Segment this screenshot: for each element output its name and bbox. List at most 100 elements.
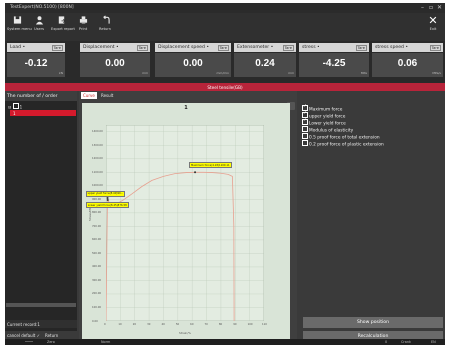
meter-stress-header[interactable]: stress • Tare <box>299 43 369 52</box>
meter-stress: stress • Tare -4.25 MPa <box>299 43 369 79</box>
current-record: Current record:1 <box>5 320 77 328</box>
y-tick-label: 600.00 <box>92 238 102 242</box>
print-icon <box>79 16 87 24</box>
meter-displacement-speed-header[interactable]: Displacement speed • Tare <box>155 43 231 52</box>
checkbox[interactable] <box>302 126 308 132</box>
x-tick-label: 80 <box>218 323 223 326</box>
meter-displacement-speed: Displacement speed • Tare 0.00 mm/min <box>155 43 231 79</box>
x-tick-label: 20 <box>132 323 137 326</box>
sample-list-header: The number of / order <box>5 91 77 101</box>
y-tick-label: 400.00 <box>92 265 102 269</box>
meter-value-box: -0.12 kN <box>7 53 65 77</box>
horizontal-scrollbar[interactable] <box>6 303 76 307</box>
result-options-panel: ✓ Maximum force ✓ upper yield force ✓ Lower… <box>299 91 445 345</box>
chart-title: 1 <box>184 105 188 111</box>
plot-area <box>106 125 264 321</box>
checkbox[interactable] <box>302 133 308 139</box>
tare-button[interactable]: Tare <box>282 45 294 51</box>
meter-load-header[interactable]: Load • Tare <box>7 43 65 52</box>
print-button[interactable]: Print <box>73 15 93 31</box>
x-tick-label: 100 <box>247 323 253 326</box>
curve-panel: Curve Result 1 0 10 20 30 40 50 60 70 80 90 100 110… <box>79 91 297 345</box>
close-icon: ✕ <box>428 14 438 27</box>
y-tick-label: 300.00 <box>92 278 102 282</box>
return-link[interactable]: Return <box>45 333 58 338</box>
exit-button[interactable]: ✕ Exit <box>425 15 441 31</box>
application-window: TestExpert(NO.5100) [800N] – ▫ ✕ System … <box>5 3 445 345</box>
y-tick-label: 0.00 <box>92 319 98 323</box>
plot-background <box>106 125 264 321</box>
export-icon <box>58 16 66 24</box>
meter-displacement: Displacement • Tare 0.00 mm <box>80 43 150 79</box>
export-report-button[interactable]: Export report <box>51 15 75 31</box>
meter-value-box: 0.00 mm/min <box>155 53 231 77</box>
y-tick-label: 1000.00 <box>92 184 103 188</box>
stress-strain-chart: 1 0 10 20 30 40 50 60 70 80 90 100 110 0.00 100.00 200… <box>82 103 290 339</box>
measurement-panel: Load • Tare -0.12 kN Displacement • Tare 0.… <box>5 41 445 83</box>
x-tick-label: 60 <box>190 323 194 326</box>
maximize-button[interactable]: ▫ <box>429 4 433 11</box>
meter-stress-speed: stress speed • Tare 0.06 MPa/s <box>372 43 443 79</box>
meter-value-box: -4.25 MPa <box>299 53 369 77</box>
marker-point <box>106 196 109 199</box>
y-tick-label: 1300.00 <box>92 143 103 147</box>
meter-load: Load • Tare -0.12 kN <box>7 43 65 79</box>
window-title: TestExpert(NO.5100) [800N] <box>10 5 74 10</box>
group-checkbox[interactable] <box>12 103 19 109</box>
meter-extensometer-header[interactable]: Extensometer • Tare <box>234 43 296 52</box>
x-tick-label: 50 <box>175 323 180 326</box>
tare-button[interactable]: Tare <box>136 45 148 51</box>
tab-curve[interactable]: Curve <box>81 92 97 99</box>
y-tick-label: 900.00 <box>92 197 102 201</box>
x-tick-label: 40 <box>161 323 165 326</box>
close-button[interactable]: ✕ <box>437 4 442 11</box>
show-position-button[interactable]: Show position <box>303 317 443 328</box>
meter-extensometer: Extensometer • Tare 0.24 mm <box>234 43 296 79</box>
user-icon <box>35 16 43 25</box>
tare-button[interactable]: Tare <box>217 45 229 51</box>
return-button[interactable]: Return <box>95 15 115 31</box>
y-axis-label: Stress/MPa <box>88 205 92 221</box>
y-tick-label: 700.00 <box>92 224 102 228</box>
x-tick-label: 110 <box>262 323 267 326</box>
tare-button[interactable]: Tare <box>355 45 367 51</box>
checkbox[interactable] <box>302 140 308 146</box>
sample-item-selected[interactable]: 1 <box>10 110 76 116</box>
title-bar: TestExpert(NO.5100) [800N] – ▫ ✕ <box>5 3 445 13</box>
meter-stress-speed-header[interactable]: stress speed • Tare <box>372 43 443 52</box>
minimize-button[interactable]: – <box>421 4 424 11</box>
y-tick-label: 1100.00 <box>92 170 103 174</box>
cancel-default-button[interactable]: cancel default ✓ <box>7 333 40 338</box>
users-button[interactable]: Users <box>29 15 49 31</box>
annotation-label: Lower yield force(8.45)876.58 <box>85 202 129 209</box>
y-tick-label: 800.00 <box>92 211 102 215</box>
y-tick-label: 100.00 <box>92 305 102 309</box>
return-icon <box>102 15 110 24</box>
test-method-banner: Steel tensile(GB) <box>5 83 445 91</box>
tare-button[interactable]: Tare <box>51 45 63 51</box>
y-tick-label: 1200.00 <box>92 157 103 161</box>
x-axis-label: Strain/% <box>179 331 191 335</box>
x-tick-label: 0 <box>104 323 106 326</box>
y-tick-label: 1400.00 <box>92 130 103 134</box>
y-tick-label: 500.00 <box>92 251 102 255</box>
tab-result[interactable]: Result <box>99 92 115 99</box>
sample-list-panel: The number of / order ⊟ 1 1 Current reco… <box>5 91 77 345</box>
option-plastic-extension-proof[interactable]: 0.2 proof force of plastic extension <box>302 140 384 147</box>
sample-group[interactable]: ⊟ 1 <box>8 103 22 109</box>
meter-displacement-header[interactable]: Displacement • Tare <box>80 43 150 52</box>
tare-button[interactable]: Tare <box>429 45 441 51</box>
marker-point <box>194 171 197 174</box>
toolbar: System menu Users Export report Print Re… <box>5 13 445 41</box>
status-bar: •••• Zero Norm 0 Crank EN <box>5 339 445 345</box>
x-tick-label: 10 <box>118 323 122 326</box>
meter-value-box: 0.00 mm <box>80 53 150 77</box>
x-tick-label: 30 <box>147 323 151 326</box>
meter-value-box: 0.24 mm <box>234 53 296 77</box>
x-tick-label: 70 <box>204 323 208 326</box>
system-menu-button[interactable]: System menu <box>7 15 32 31</box>
disk-icon <box>13 16 21 24</box>
checkbox[interactable]: ✓ <box>302 118 308 125</box>
marker-point <box>106 199 109 202</box>
tab-bar: Curve Result <box>79 91 297 99</box>
